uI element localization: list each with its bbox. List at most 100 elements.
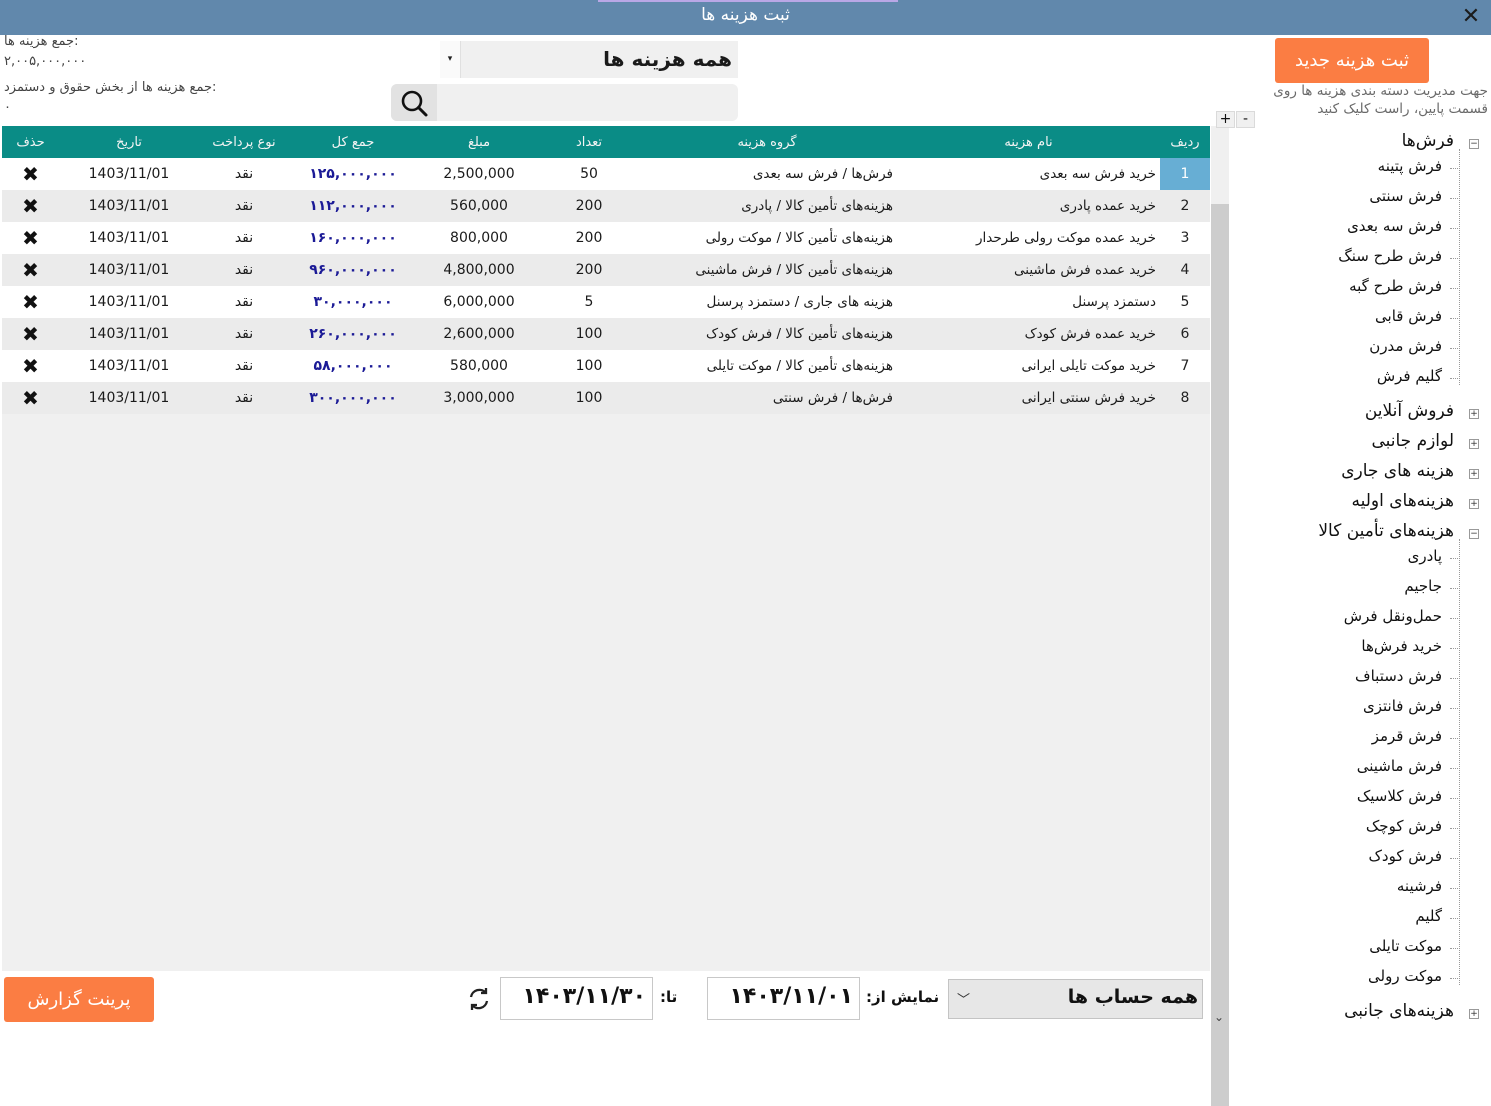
table-row[interactable]: 1 خرید فرش سه بعدی فرش‌ها / فرش سه بعدی 50 2… — [2, 158, 1210, 190]
tree-category[interactable]: هزینه های جاری — [1341, 461, 1454, 481]
expenses-table: ردیف نام هزینه گروه هزینه تعداد مبلغ جمع… — [2, 126, 1210, 971]
expense-name-cell: دستمزد پرسنل — [1072, 294, 1156, 310]
expense-group-cell: فرش‌ها / فرش سه بعدی — [752, 166, 893, 182]
header-quantity[interactable]: تعداد — [541, 126, 637, 158]
header-row-number[interactable]: ردیف — [1160, 126, 1210, 158]
account-select[interactable]: ﹀ همه حساب ها — [948, 979, 1203, 1019]
refresh-button[interactable] — [465, 985, 493, 1013]
tree-subcategory[interactable]: موکت تایلی — [1369, 937, 1442, 955]
tree-subcategory[interactable]: فرش سه بعدی — [1347, 217, 1442, 235]
header-date[interactable]: تاریخ — [59, 126, 199, 158]
tree-category[interactable]: فروش آنلاین — [1365, 401, 1454, 421]
header-total[interactable]: جمع کل — [289, 126, 417, 158]
tree-category[interactable]: هزینه‌های تأمین کالا — [1318, 521, 1454, 541]
category-select[interactable]: ▾ همه هزینه ها — [440, 41, 738, 78]
quantity-cell: 100 — [575, 326, 603, 342]
tree-connector-dash — [1450, 228, 1458, 229]
date-cell: 1403/11/01 — [88, 390, 170, 406]
table-row[interactable]: 3 خرید عمده موکت رولی طرحدار هزینه‌های تأم… — [2, 222, 1210, 254]
print-report-button[interactable]: پرینت گزارش — [4, 977, 154, 1022]
tree-connector-dash — [1450, 168, 1458, 169]
tree-subcategory[interactable]: فرش مدرن — [1369, 337, 1442, 355]
delete-icon[interactable]: ✖ — [2, 254, 59, 286]
header-expense-group[interactable]: گروه هزینه — [637, 126, 897, 158]
table-row[interactable]: 4 خرید عمده فرش ماشینی هزینه‌های تأمین کال… — [2, 254, 1210, 286]
header-expense-name[interactable]: نام هزینه — [897, 126, 1160, 158]
tree-category[interactable]: هزینه‌های اولیه — [1351, 491, 1454, 511]
tree-subcategory[interactable]: فرشینه — [1397, 877, 1442, 895]
from-date-input[interactable]: ۱۴۰۳/۱۱/۰۱ — [707, 977, 860, 1020]
tree-subcategory[interactable]: فرش طرح گبه — [1349, 277, 1442, 295]
table-row[interactable]: 5 دستمزد پرسنل هزینه های جاری / دستمزد پرس… — [2, 286, 1210, 318]
table-scrollbar-thumb[interactable] — [1211, 204, 1229, 1106]
chevron-down-icon[interactable]: ﹀ — [957, 989, 970, 1008]
expense-group-cell: هزینه های جاری / دستمزد پرسنل — [706, 294, 893, 310]
search-box[interactable] — [391, 84, 738, 121]
header-delete[interactable]: حذف — [2, 126, 59, 158]
tree-subcategory[interactable]: فرش کوچک — [1366, 817, 1442, 835]
tree-subcategory[interactable]: جاجیم — [1404, 577, 1442, 595]
tree-subcategory[interactable]: خرید فرش‌ها — [1361, 637, 1442, 655]
to-date-label: تا: — [660, 988, 678, 1006]
expand-node-icon[interactable]: + — [1469, 469, 1479, 479]
tree-connector-line — [1459, 149, 1460, 385]
amount-cell: 800,000 — [450, 230, 508, 246]
tree-subcategory[interactable]: حمل‌ونقل فرش — [1344, 607, 1442, 625]
expand-node-icon[interactable]: + — [1469, 439, 1479, 449]
payment-type-cell: نقد — [234, 390, 254, 406]
tree-subcategory[interactable]: فرش پتینه — [1378, 157, 1442, 175]
delete-icon[interactable]: ✖ — [2, 382, 59, 414]
close-icon[interactable]: ✕ — [1457, 3, 1485, 31]
expand-node-icon[interactable]: + — [1469, 499, 1479, 509]
tree-subcategory[interactable]: فرش دستباف — [1355, 667, 1442, 685]
new-expense-button[interactable]: ثبت هزینه جدید — [1275, 38, 1429, 83]
tree-subcategory[interactable]: فرش کلاسیک — [1357, 787, 1442, 805]
row-number-cell: 7 — [1180, 358, 1190, 374]
delete-icon[interactable]: ✖ — [2, 350, 59, 382]
delete-icon[interactable]: ✖ — [2, 318, 59, 350]
expand-node-icon[interactable]: + — [1469, 409, 1479, 419]
table-row[interactable]: 2 خرید عمده پادری هزینه‌های تأمین کالا / پ… — [2, 190, 1210, 222]
account-select-value: همه حساب ها — [1067, 986, 1198, 1008]
scroll-down-arrow-icon[interactable]: ⌄ — [1214, 1010, 1228, 1024]
expand-all-button[interactable]: + — [1216, 111, 1235, 128]
search-input[interactable] — [439, 88, 731, 117]
table-row[interactable]: 7 خرید موکت تایلی ایرانی هزینه‌های تأمین ک… — [2, 350, 1210, 382]
tree-subcategory[interactable]: فرش قرمز — [1372, 727, 1442, 745]
tree-subcategory[interactable]: پادری — [1408, 547, 1442, 565]
tree-subcategory[interactable]: فرش فانتزی — [1363, 697, 1442, 715]
collapse-node-icon[interactable]: − — [1469, 139, 1479, 149]
collapse-node-icon[interactable]: − — [1469, 529, 1479, 539]
tree-subcategory[interactable]: فرش قابی — [1375, 307, 1442, 325]
delete-icon[interactable]: ✖ — [2, 286, 59, 318]
delete-icon[interactable]: ✖ — [2, 158, 59, 190]
collapse-all-button[interactable]: - — [1236, 111, 1255, 128]
salary-expenses-label: جمع هزینه ها از بخش حقوق و دستمزد: — [4, 80, 217, 95]
to-date-input[interactable]: ۱۴۰۳/۱۱/۳۰ — [500, 977, 653, 1020]
tree-category[interactable]: فرش‌ها — [1402, 131, 1454, 151]
date-cell: 1403/11/01 — [88, 358, 170, 374]
date-cell: 1403/11/01 — [88, 166, 170, 182]
delete-icon[interactable]: ✖ — [2, 190, 59, 222]
expense-name-cell: خرید فرش سنتی ایرانی — [1021, 390, 1156, 406]
tree-category[interactable]: لوازم جانبی — [1371, 431, 1454, 451]
table-scrollbar[interactable] — [1211, 126, 1229, 1106]
delete-icon[interactable]: ✖ — [2, 222, 59, 254]
header-amount[interactable]: مبلغ — [417, 126, 541, 158]
expand-node-icon[interactable]: + — [1469, 1009, 1479, 1019]
dropdown-arrow-icon[interactable]: ▾ — [440, 41, 461, 78]
tree-subcategory[interactable]: گلیم فرش — [1377, 367, 1442, 385]
table-row[interactable]: 6 خرید عمده فرش کودک هزینه‌های تأمین کالا … — [2, 318, 1210, 350]
tree-connector-dash — [1450, 348, 1458, 349]
tree-subcategory[interactable]: فرش کودک — [1368, 847, 1442, 865]
tree-category[interactable]: هزینه‌های جانبی — [1344, 1001, 1454, 1021]
tree-subcategory[interactable]: گلیم — [1415, 907, 1442, 925]
tree-subcategory[interactable]: فرش سنتی — [1369, 187, 1442, 205]
tree-subcategory[interactable]: فرش طرح سنگ — [1338, 247, 1442, 265]
table-row[interactable]: 8 خرید فرش سنتی ایرانی فرش‌ها / فرش سنتی 10… — [2, 382, 1210, 414]
search-button[interactable] — [391, 84, 437, 121]
tree-subcategory[interactable]: فرش ماشینی — [1357, 757, 1442, 775]
tree-subcategory[interactable]: موکت رولی — [1368, 967, 1442, 985]
category-select-value: همه هزینه ها — [603, 47, 732, 71]
header-payment-type[interactable]: نوع پرداخت — [199, 126, 289, 158]
